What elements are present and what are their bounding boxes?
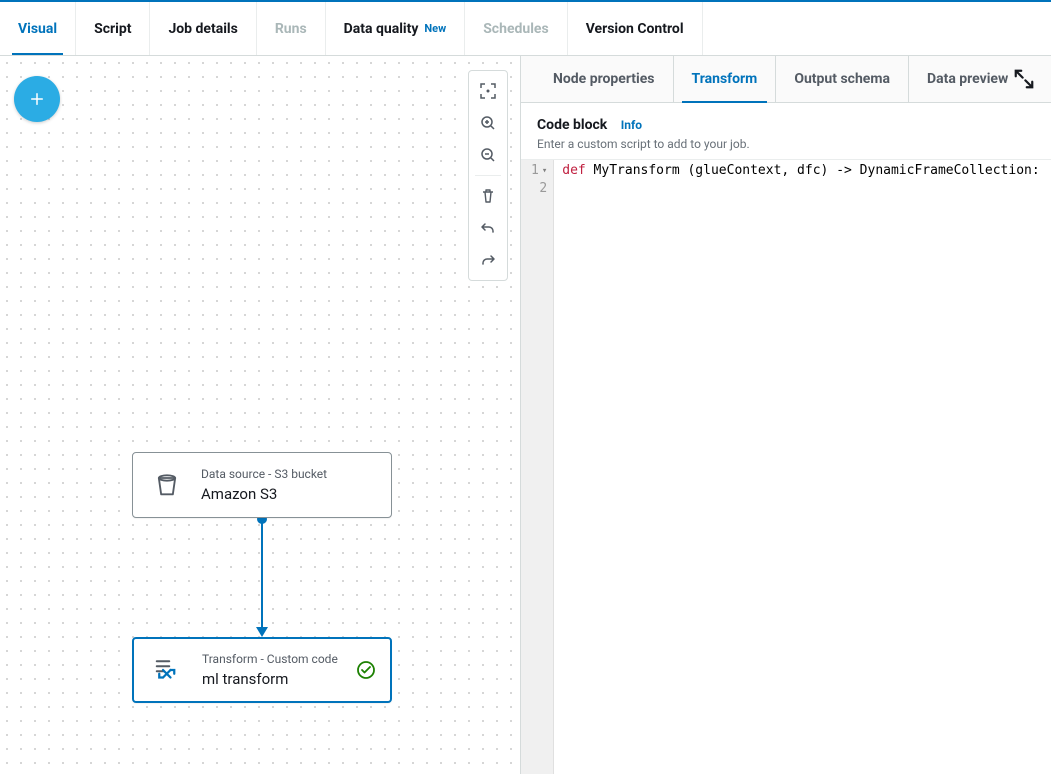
node-type-label: Transform - Custom code (202, 652, 342, 666)
tab-schedules: Schedules (465, 2, 568, 55)
fit-view-button[interactable] (469, 75, 507, 107)
workspace: Data source - S3 bucket Amazon S3 Transf… (0, 56, 1051, 774)
custom-code-icon (148, 650, 188, 690)
editor-body[interactable]: def MyTransform (glueContext, dfc) -> Dy… (554, 160, 1051, 774)
fit-view-icon (480, 83, 496, 99)
tab-data-quality-label: Data quality (344, 21, 419, 37)
code-block-section: Code block Info Enter a custom script to… (521, 103, 1051, 159)
tab-job-details[interactable]: Job details (150, 2, 256, 55)
bucket-icon (147, 465, 187, 505)
tab-script[interactable]: Script (76, 2, 150, 55)
trash-icon (480, 188, 496, 204)
code-line: def MyTransform (glueContext, dfc) -> Dy… (562, 162, 1043, 180)
dtab-transform[interactable]: Transform (674, 56, 777, 102)
redo-button[interactable] (469, 244, 507, 276)
zoom-in-icon (480, 115, 496, 131)
tab-runs: Runs (257, 2, 326, 55)
canvas-toolbar (468, 70, 508, 281)
node-title-label: Amazon S3 (201, 485, 377, 503)
zoom-in-button[interactable] (469, 107, 507, 139)
detail-tab-bar: Node properties Transform Output schema … (521, 56, 1051, 103)
code-line (562, 180, 1043, 198)
edge-arrow-icon (256, 627, 268, 637)
code-block-heading: Code block (537, 117, 607, 133)
tab-visual[interactable]: Visual (0, 2, 76, 55)
undo-icon (480, 220, 496, 236)
info-link[interactable]: Info (621, 118, 642, 132)
zoom-out-icon (480, 147, 496, 163)
undo-button[interactable] (469, 212, 507, 244)
success-check-icon (356, 660, 376, 680)
edge-line (261, 519, 263, 634)
delete-button[interactable] (469, 180, 507, 212)
main-tab-bar: Visual Script Job details Runs Data qual… (0, 0, 1051, 56)
code-block-subtext: Enter a custom script to add to your job… (537, 137, 1035, 151)
node-type-label: Data source - S3 bucket (201, 467, 377, 481)
tab-data-quality[interactable]: Data quality New (326, 2, 466, 55)
new-badge: New (424, 22, 446, 35)
redo-icon (480, 252, 496, 268)
detail-panel: Node properties Transform Output schema … (521, 56, 1051, 774)
dtab-node-properties[interactable]: Node properties (535, 56, 674, 102)
expand-icon (1013, 68, 1035, 90)
zoom-out-button[interactable] (469, 139, 507, 171)
add-node-button[interactable] (14, 76, 60, 122)
expand-panel-button[interactable] (1013, 68, 1035, 90)
line-number: 2 (539, 180, 547, 198)
node-title-label: ml transform (202, 670, 342, 688)
editor-gutter: 1 ▾ 2 (521, 160, 554, 774)
dtab-output-schema[interactable]: Output schema (776, 56, 909, 102)
fold-caret-icon[interactable]: ▾ (542, 162, 547, 180)
line-number: 1 (531, 162, 539, 180)
node-transform[interactable]: Transform - Custom code ml transform (132, 637, 392, 703)
tab-version-control[interactable]: Version Control (568, 2, 703, 55)
node-data-source[interactable]: Data source - S3 bucket Amazon S3 (132, 452, 392, 518)
dtab-data-preview[interactable]: Data preview (909, 56, 1026, 102)
plus-icon (28, 90, 46, 108)
code-editor[interactable]: 1 ▾ 2 def MyTransform (glueContext, dfc)… (521, 159, 1051, 774)
visual-canvas[interactable]: Data source - S3 bucket Amazon S3 Transf… (0, 56, 521, 774)
